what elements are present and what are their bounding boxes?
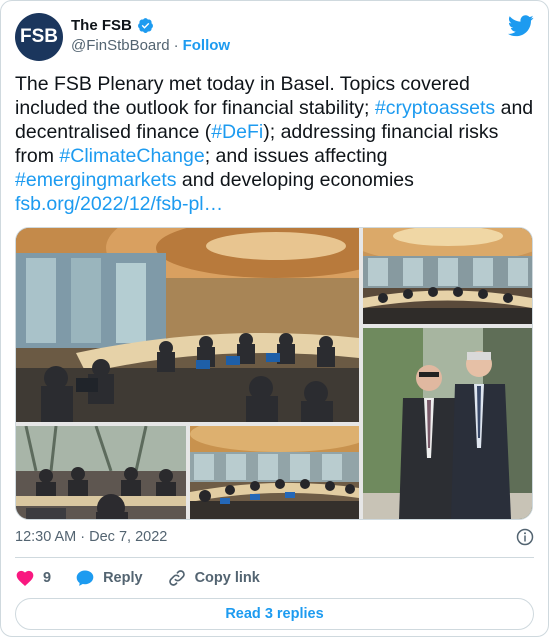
article-link[interactable]: fsb.org/2022/12/fsb-pl… <box>15 193 223 215</box>
photo-grid <box>15 227 533 520</box>
tweet-text: The FSB Plenary met today in Basel. Topi… <box>15 72 535 216</box>
photo-meeting-room-wide[interactable] <box>16 228 359 422</box>
tweet-card: FSB The FSB @FinStbBoard · Follow The FS… <box>0 0 549 637</box>
link-icon <box>168 570 185 586</box>
author-display-name[interactable]: The FSB <box>71 17 132 34</box>
tweet-header: FSB The FSB @FinStbBoard · Follow <box>15 13 534 61</box>
like-count: 9 <box>43 570 52 586</box>
reply-bubble-icon <box>76 570 94 586</box>
avatar[interactable]: FSB <box>15 13 63 61</box>
reply-button[interactable]: Reply <box>75 568 143 588</box>
hashtag-emergingmarkets[interactable]: #emergingmarkets <box>15 169 176 191</box>
tweet-text-segment: ; and issues affecting <box>204 145 388 167</box>
info-icon[interactable] <box>516 528 534 546</box>
hashtag-defi[interactable]: #DeFi <box>211 121 263 143</box>
heart-icon <box>16 570 34 586</box>
tweet-text-segment: and developing economies <box>176 169 414 191</box>
verified-badge-icon <box>137 18 153 33</box>
separator-dot: · <box>173 37 179 54</box>
follow-button[interactable]: Follow <box>183 37 231 54</box>
read-replies-button[interactable]: Read 3 replies <box>15 598 534 630</box>
reply-label: Reply <box>103 570 143 586</box>
author-handle-row: @FinStbBoard · Follow <box>71 37 230 54</box>
tweet-actions: 9 Reply Copy link <box>15 567 284 589</box>
divider <box>15 557 534 558</box>
author-name-row: The FSB <box>71 17 154 34</box>
twitter-bird-icon[interactable] <box>508 15 534 37</box>
like-button[interactable]: 9 <box>15 568 51 588</box>
hashtag-climatechange[interactable]: #ClimateChange <box>59 145 204 167</box>
tweet-timestamp[interactable]: 12:30 AM · Dec 7, 2022 <box>15 529 167 545</box>
photo-two-officials[interactable] <box>363 328 532 519</box>
photo-panel-at-table[interactable] <box>16 426 186 519</box>
photo-delegates-table[interactable] <box>190 426 359 519</box>
author-handle[interactable]: @FinStbBoard <box>71 37 170 54</box>
hashtag-cryptoassets[interactable]: #cryptoassets <box>375 97 495 119</box>
copy-link-button[interactable]: Copy link <box>167 568 260 588</box>
photo-meeting-room-overview[interactable] <box>363 228 532 324</box>
copy-link-label: Copy link <box>194 570 260 586</box>
